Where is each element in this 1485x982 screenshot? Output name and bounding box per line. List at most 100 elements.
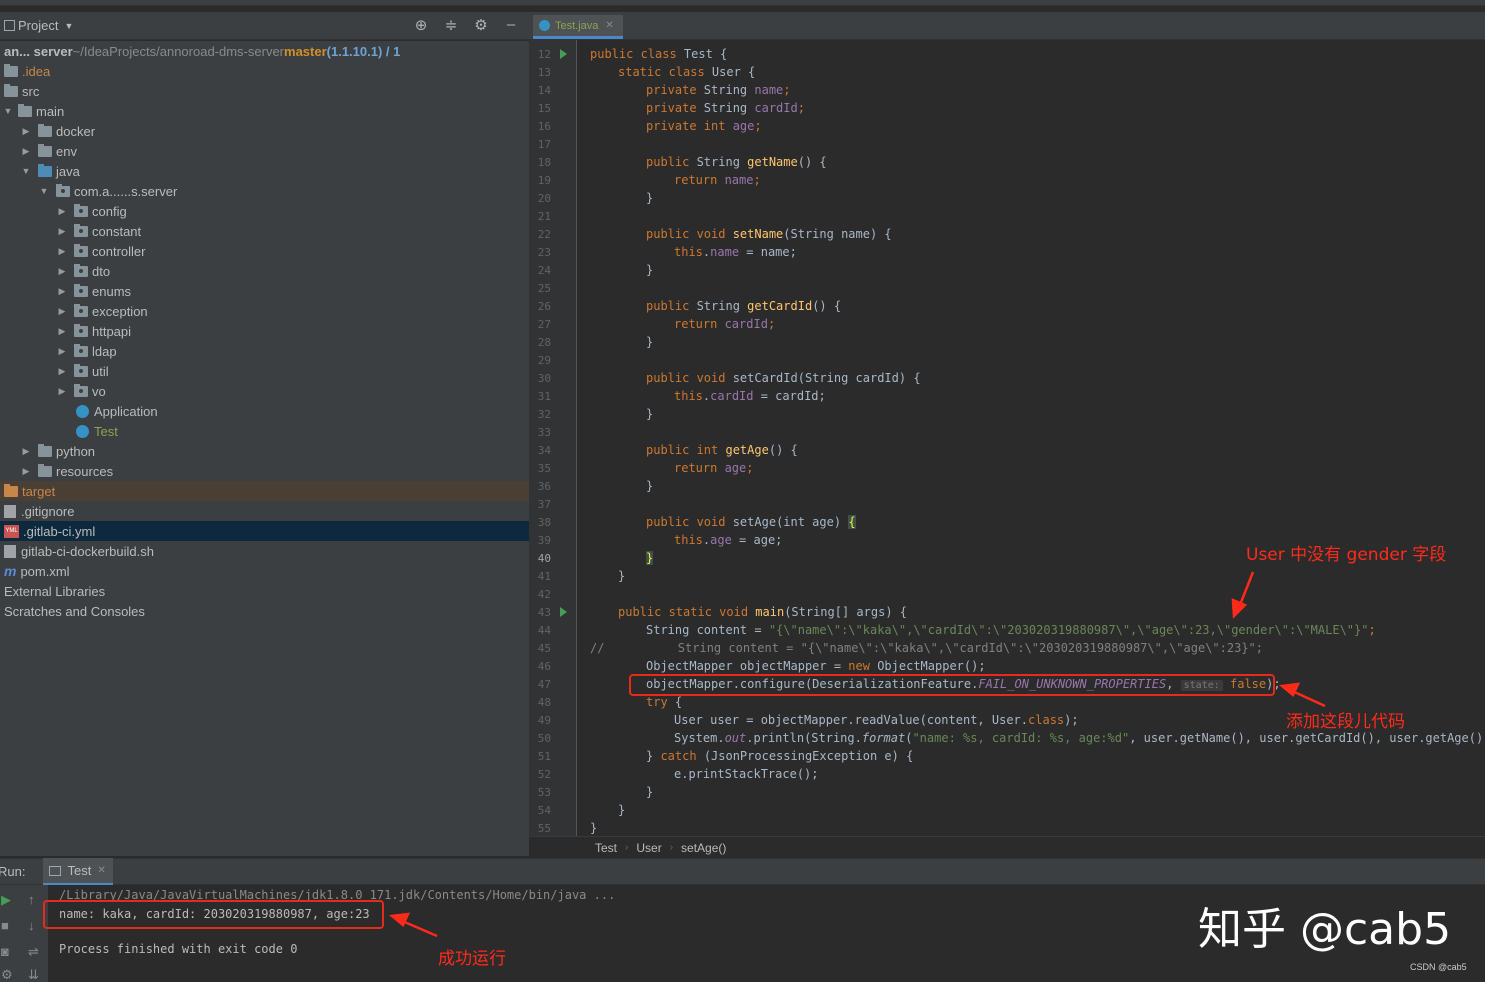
code-line-31: this.cardId = cardId; (674, 389, 826, 403)
tree-item-controller[interactable]: ▶ controller (0, 241, 529, 261)
stop-icon[interactable]: ■ (1, 918, 9, 933)
folder-icon (4, 83, 18, 97)
tree-item-java[interactable]: ▼ java (0, 161, 529, 181)
breadcrumb-setage[interactable]: setAge() (681, 841, 726, 855)
tab-test-java[interactable]: Test.java ✕ (533, 15, 623, 39)
tree-item-env[interactable]: ▶ env (0, 141, 529, 161)
expand-arrow-icon[interactable]: ▶ (56, 346, 68, 357)
breadcrumb-user[interactable]: User (636, 841, 661, 855)
scroll-end-icon[interactable]: ⇊ (28, 967, 39, 982)
code-line-44: String content = "{\"name\":\"kaka\",\"c… (646, 623, 1376, 637)
line-number: 33 (537, 426, 551, 439)
tree-root[interactable]: an... server ~/IdeaProjects/annoroad-dms… (0, 41, 529, 61)
package-icon (74, 303, 88, 317)
close-icon[interactable]: ✕ (605, 20, 613, 31)
tree-item-dockerbuild[interactable]: gitlab-ci-dockerbuild.sh (0, 541, 529, 561)
locate-icon[interactable]: ⊕ (411, 16, 431, 34)
expand-arrow-icon[interactable]: ▶ (20, 446, 32, 457)
tree-item-application[interactable]: Application (0, 401, 529, 421)
rerun-icon[interactable]: ▶ (1, 892, 11, 908)
settings-icon[interactable]: ⚙ (1, 967, 13, 982)
expand-arrow-icon[interactable]: ▶ (56, 386, 68, 397)
line-number: 54 (537, 804, 551, 817)
code-line-51: } catch (JsonProcessingException e) { (646, 749, 914, 763)
annotation-no-gender: User 中没有 gender 字段 (1246, 545, 1447, 565)
code-line-53: } (646, 785, 654, 799)
expand-arrow-icon[interactable]: ▼ (2, 106, 14, 116)
tree-item-dto[interactable]: ▶ dto (0, 261, 529, 281)
project-view-selector[interactable]: Project (18, 18, 58, 33)
expand-arrow-icon[interactable]: ▶ (56, 206, 68, 217)
expand-arrow-icon[interactable]: ▶ (56, 226, 68, 237)
tree-item-httpapi[interactable]: ▶ httpapi (0, 321, 529, 341)
tree-item-src[interactable]: src (0, 81, 529, 101)
tree-item-target[interactable]: target (0, 481, 529, 501)
line-number: 55 (537, 822, 551, 835)
code-line-54: } (618, 803, 626, 817)
tree-item-vo[interactable]: ▶ vo (0, 381, 529, 401)
expand-arrow-icon[interactable]: ▶ (56, 306, 68, 317)
expand-arrow-icon[interactable]: ▶ (56, 326, 68, 337)
gear-icon[interactable]: ⚙ (471, 16, 491, 34)
expand-arrow-icon[interactable]: ▶ (56, 266, 68, 277)
java-class-icon (539, 20, 550, 31)
tree-item-scratches[interactable]: Scratches and Consoles (0, 601, 529, 621)
tree-item-exception[interactable]: ▶ exception (0, 301, 529, 321)
expand-arrow-icon[interactable]: ▶ (20, 146, 32, 157)
git-branch: master (284, 43, 327, 59)
scroll-up-icon[interactable]: ↑ (28, 892, 35, 907)
expand-arrow-icon[interactable]: ▶ (56, 246, 68, 257)
expand-arrow-icon[interactable]: ▼ (20, 166, 32, 176)
expand-arrow-icon[interactable]: ▶ (20, 466, 32, 477)
camera-icon[interactable]: ◙ (1, 944, 9, 959)
code-line-39: this.age = age; (674, 533, 783, 547)
editor-gutter: 12 13 14 15 16 17 18 19 20 21 22 23 24 25 26 27 28 29 30 31… (529, 40, 590, 836)
code-line-35: return age; (674, 461, 754, 475)
tree-item-pom[interactable]: m pom.xml (0, 561, 529, 581)
tree-item-gitlab-ci[interactable]: YML .gitlab-ci.yml (0, 521, 529, 541)
expand-arrow-icon[interactable]: ▶ (56, 286, 68, 297)
line-number: 46 (537, 660, 551, 673)
source-folder-icon (38, 163, 52, 177)
run-tab-test[interactable]: Test ✕ (43, 858, 114, 885)
tree-item-docker[interactable]: ▶ docker (0, 121, 529, 141)
tree-item-gitignore[interactable]: .gitignore (0, 501, 529, 521)
line-number: 27 (537, 318, 551, 331)
expand-arrow-icon[interactable]: ▶ (20, 126, 32, 137)
line-number: 17 (537, 138, 551, 151)
tree-item-idea[interactable]: .idea (0, 61, 529, 81)
breadcrumb-test[interactable]: Test (595, 841, 617, 855)
line-number: 28 (537, 336, 551, 349)
code-line-19: return name; (674, 173, 761, 187)
tree-item-enums[interactable]: ▶ enums (0, 281, 529, 301)
hide-icon[interactable]: – (501, 16, 521, 34)
expand-arrow-icon[interactable]: ▶ (56, 366, 68, 377)
code-line-43: public static void main(String[] args) { (618, 605, 908, 619)
expand-arrow-icon[interactable]: ▼ (38, 186, 50, 196)
run-main-icon[interactable] (560, 607, 567, 617)
tree-item-main[interactable]: ▼ main (0, 101, 529, 121)
chevron-right-icon: › (625, 842, 629, 853)
package-icon (74, 283, 88, 297)
root-name: an... server (4, 43, 73, 59)
tree-item-constant[interactable]: ▶ constant (0, 221, 529, 241)
tree-item-package[interactable]: ▼ com.a......s.server (0, 181, 529, 201)
tree-item-test[interactable]: Test (0, 421, 529, 441)
code-line-26: public String getCardId() { (646, 299, 842, 313)
close-icon[interactable]: ✕ (97, 865, 105, 876)
tree-item-python[interactable]: ▶ python (0, 441, 529, 461)
tree-item-resources[interactable]: ▶ resources (0, 461, 529, 481)
soft-wrap-icon[interactable]: ⇌ (28, 944, 39, 960)
tree-item-util[interactable]: ▶ util (0, 361, 529, 381)
run-class-icon[interactable] (560, 49, 567, 59)
code-line-34: public int getAge() { (646, 443, 798, 457)
line-number: 32 (537, 408, 551, 421)
chevron-down-icon[interactable]: ▼ (64, 21, 73, 31)
tree-item-config[interactable]: ▶ config (0, 201, 529, 221)
line-number: 20 (537, 192, 551, 205)
line-number: 45 (537, 642, 551, 655)
tree-item-ldap[interactable]: ▶ ldap (0, 341, 529, 361)
tree-item-external-libraries[interactable]: External Libraries (0, 581, 529, 601)
collapse-all-icon[interactable]: ≑ (441, 16, 461, 34)
scroll-down-icon[interactable]: ↓ (28, 918, 35, 933)
